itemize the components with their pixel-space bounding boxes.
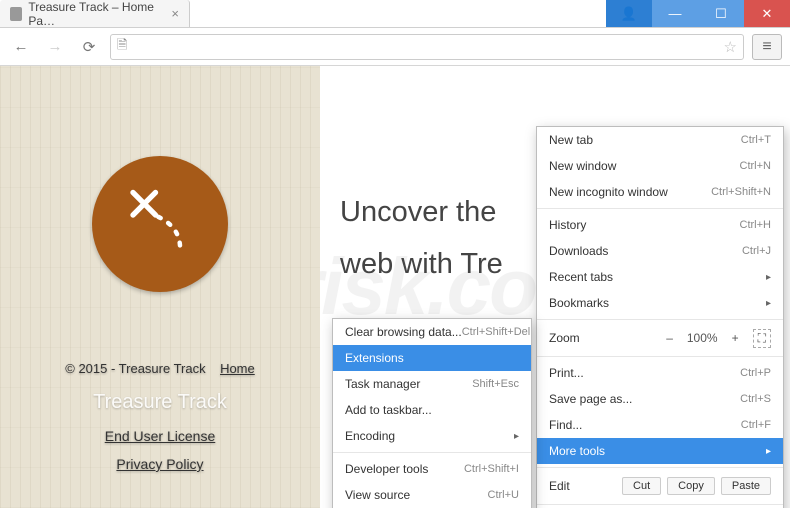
- titlebar: Treasure Track – Home Pa… × 👤 — ☐ ✕: [0, 0, 790, 28]
- paste-button[interactable]: Paste: [721, 477, 771, 495]
- page-icon: 🗎: [117, 36, 127, 58]
- page-content: PCrisk.com © 2015 - Treasure Track Home …: [0, 66, 790, 508]
- submenu-extensions[interactable]: Extensions: [333, 345, 531, 371]
- chevron-right-icon: ▸: [766, 298, 771, 309]
- tab-favicon: [10, 7, 22, 21]
- menu-save-as[interactable]: Save page as...Ctrl+S: [537, 386, 783, 412]
- window-controls: 👤 — ☐ ✕: [606, 0, 790, 27]
- menu-edit: Edit Cut Copy Paste: [537, 471, 783, 501]
- menu-downloads[interactable]: DownloadsCtrl+J: [537, 238, 783, 264]
- chrome-menu-button[interactable]: ≡: [752, 34, 782, 60]
- submenu-view-source[interactable]: View sourceCtrl+U: [333, 482, 531, 508]
- back-button[interactable]: ←: [8, 34, 34, 60]
- menu-new-tab[interactable]: New tabCtrl+T: [537, 127, 783, 153]
- page-headline: Uncover the web with Tre: [340, 186, 503, 290]
- maximize-button[interactable]: ☐: [698, 0, 744, 27]
- zoom-out-button[interactable]: –: [666, 331, 673, 345]
- footer-links: © 2015 - Treasure Track Home Treasure Tr…: [0, 356, 320, 478]
- zoom-in-button[interactable]: +: [732, 331, 739, 345]
- home-link[interactable]: Home: [220, 361, 255, 376]
- submenu-devtools[interactable]: Developer toolsCtrl+Shift+I: [333, 456, 531, 482]
- menu-print[interactable]: Print...Ctrl+P: [537, 360, 783, 386]
- address-bar[interactable]: 🗎 ☆: [110, 34, 744, 60]
- x-mark-icon: [115, 179, 205, 269]
- zoom-level: 100%: [687, 331, 718, 345]
- menu-bookmarks[interactable]: Bookmarks▸: [537, 290, 783, 316]
- browser-tab[interactable]: Treasure Track – Home Pa… ×: [0, 0, 190, 27]
- bookmark-star-icon[interactable]: ☆: [724, 38, 737, 56]
- submenu-add-taskbar[interactable]: Add to taskbar...: [333, 397, 531, 423]
- user-icon[interactable]: 👤: [606, 0, 652, 27]
- tab-close-icon[interactable]: ×: [171, 6, 179, 21]
- forward-button[interactable]: →: [42, 34, 68, 60]
- chevron-right-icon: ▸: [766, 272, 771, 283]
- menu-more-tools[interactable]: More tools▸: [537, 438, 783, 464]
- minimize-button[interactable]: —: [652, 0, 698, 27]
- left-panel: © 2015 - Treasure Track Home Treasure Tr…: [0, 66, 320, 508]
- chevron-right-icon: ▸: [514, 431, 519, 442]
- reload-button[interactable]: ⟳: [76, 34, 102, 60]
- close-button[interactable]: ✕: [744, 0, 790, 27]
- tab-title: Treasure Track – Home Pa…: [28, 0, 165, 28]
- menu-find[interactable]: Find...Ctrl+F: [537, 412, 783, 438]
- menu-new-window[interactable]: New windowCtrl+N: [537, 153, 783, 179]
- menu-zoom: Zoom – 100% + ⛶: [537, 323, 783, 353]
- logo-circle: [92, 156, 228, 292]
- submenu-task-manager[interactable]: Task managerShift+Esc: [333, 371, 531, 397]
- privacy-link[interactable]: Privacy Policy: [116, 456, 203, 472]
- fullscreen-icon[interactable]: ⛶: [753, 329, 771, 348]
- browser-toolbar: ← → ⟳ 🗎 ☆ ≡: [0, 28, 790, 66]
- menu-history[interactable]: HistoryCtrl+H: [537, 212, 783, 238]
- menu-new-incognito[interactable]: New incognito windowCtrl+Shift+N: [537, 179, 783, 205]
- eula-link[interactable]: End User License: [105, 428, 216, 444]
- submenu-encoding[interactable]: Encoding▸: [333, 423, 531, 449]
- submenu-clear-data[interactable]: Clear browsing data...Ctrl+Shift+Del: [333, 319, 531, 345]
- menu-recent-tabs[interactable]: Recent tabs▸: [537, 264, 783, 290]
- more-tools-submenu: Clear browsing data...Ctrl+Shift+Del Ext…: [332, 318, 532, 508]
- copyright-text: © 2015 - Treasure Track: [65, 361, 205, 376]
- copy-button[interactable]: Copy: [667, 477, 715, 495]
- chrome-main-menu: New tabCtrl+T New windowCtrl+N New incog…: [536, 126, 784, 508]
- cut-button[interactable]: Cut: [622, 477, 661, 495]
- chevron-right-icon: ▸: [766, 446, 771, 457]
